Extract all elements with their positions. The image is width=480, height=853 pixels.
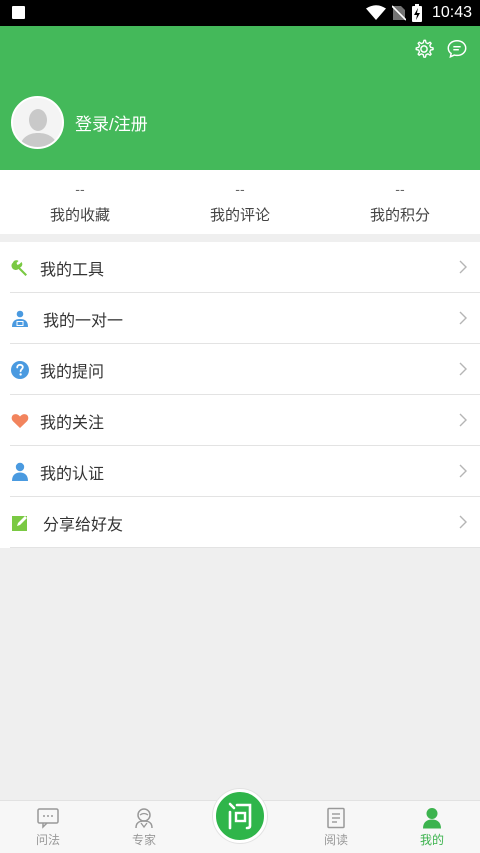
stat-comments[interactable]: -- 我的评论: [160, 170, 320, 234]
chevron-right-icon: [459, 260, 467, 274]
chevron-right-icon: [459, 515, 467, 529]
menu-item-tools[interactable]: 我的工具: [0, 242, 480, 293]
nav-label: 专家: [131, 833, 156, 847]
nav-reading[interactable]: 阅读: [288, 801, 384, 853]
bottom-nav: 问法 专家 阅读 我的: [0, 789, 480, 853]
stat-value: --: [75, 183, 85, 198]
menu-item-questions[interactable]: 我的提问: [0, 344, 480, 395]
expert-icon: [135, 808, 153, 829]
nav-experts[interactable]: 专家: [96, 801, 192, 853]
stat-label: 我的收藏: [49, 207, 110, 224]
profile-header: 登录/注册: [0, 26, 480, 170]
stat-favorites[interactable]: -- 我的收藏: [0, 170, 160, 234]
chevron-right-icon: [459, 362, 467, 376]
notification-icon: [12, 6, 25, 19]
share-edit-icon: [10, 513, 30, 533]
menu-item-one-on-one[interactable]: 我的一对一: [0, 293, 480, 344]
menu-list: 我的工具 我的一对一 我的提问 我的关注 我的认证 分享给好友: [0, 242, 480, 548]
nav-label: 阅读: [323, 833, 348, 847]
menu-label: 我的认证: [40, 465, 105, 483]
menu-label: 分享给好友: [43, 516, 124, 534]
chat-icon: [37, 808, 59, 829]
menu-item-follows[interactable]: 我的关注: [0, 395, 480, 446]
ask-question-button[interactable]: [213, 789, 267, 843]
nav-label: 我的: [419, 833, 444, 847]
default-avatar-icon: [13, 98, 62, 147]
status-bar: 10:43: [0, 0, 480, 26]
consultant-icon: [10, 309, 30, 329]
ask-icon: [228, 802, 252, 830]
stat-value: --: [235, 183, 245, 198]
chevron-right-icon: [459, 413, 467, 427]
stats-row: -- 我的收藏 -- 我的评论 -- 我的积分: [0, 170, 480, 234]
settings-gear-icon[interactable]: [413, 38, 435, 60]
stat-value: --: [395, 183, 405, 198]
stat-label: 我的积分: [369, 207, 430, 224]
chevron-right-icon: [459, 464, 467, 478]
wifi-icon: [365, 5, 386, 20]
menu-item-share[interactable]: 分享给好友: [0, 497, 480, 548]
message-icon[interactable]: [446, 38, 468, 60]
chevron-right-icon: [459, 311, 467, 325]
menu-label: 我的提问: [40, 363, 105, 381]
question-icon: [10, 360, 30, 380]
menu-item-verification[interactable]: 我的认证: [0, 446, 480, 497]
user-verify-icon: [10, 462, 30, 482]
clock: 10:43: [431, 4, 472, 21]
menu-label: 我的一对一: [43, 312, 124, 330]
nav-label: 问法: [35, 833, 60, 847]
wrench-icon: [10, 258, 30, 278]
menu-label: 我的关注: [40, 414, 105, 432]
nav-mine[interactable]: 我的: [384, 801, 480, 853]
avatar[interactable]: [11, 96, 64, 149]
stat-label: 我的评论: [209, 207, 270, 224]
stat-points[interactable]: -- 我的积分: [320, 170, 480, 234]
menu-label: 我的工具: [40, 261, 105, 279]
no-sim-icon: [391, 5, 406, 21]
person-icon: [423, 808, 441, 829]
login-register-link[interactable]: 登录/注册: [75, 110, 148, 135]
document-icon: [327, 807, 345, 829]
nav-ask-law[interactable]: 问法: [0, 801, 96, 853]
battery-charging-icon: [411, 4, 422, 22]
heart-icon: [10, 411, 30, 431]
